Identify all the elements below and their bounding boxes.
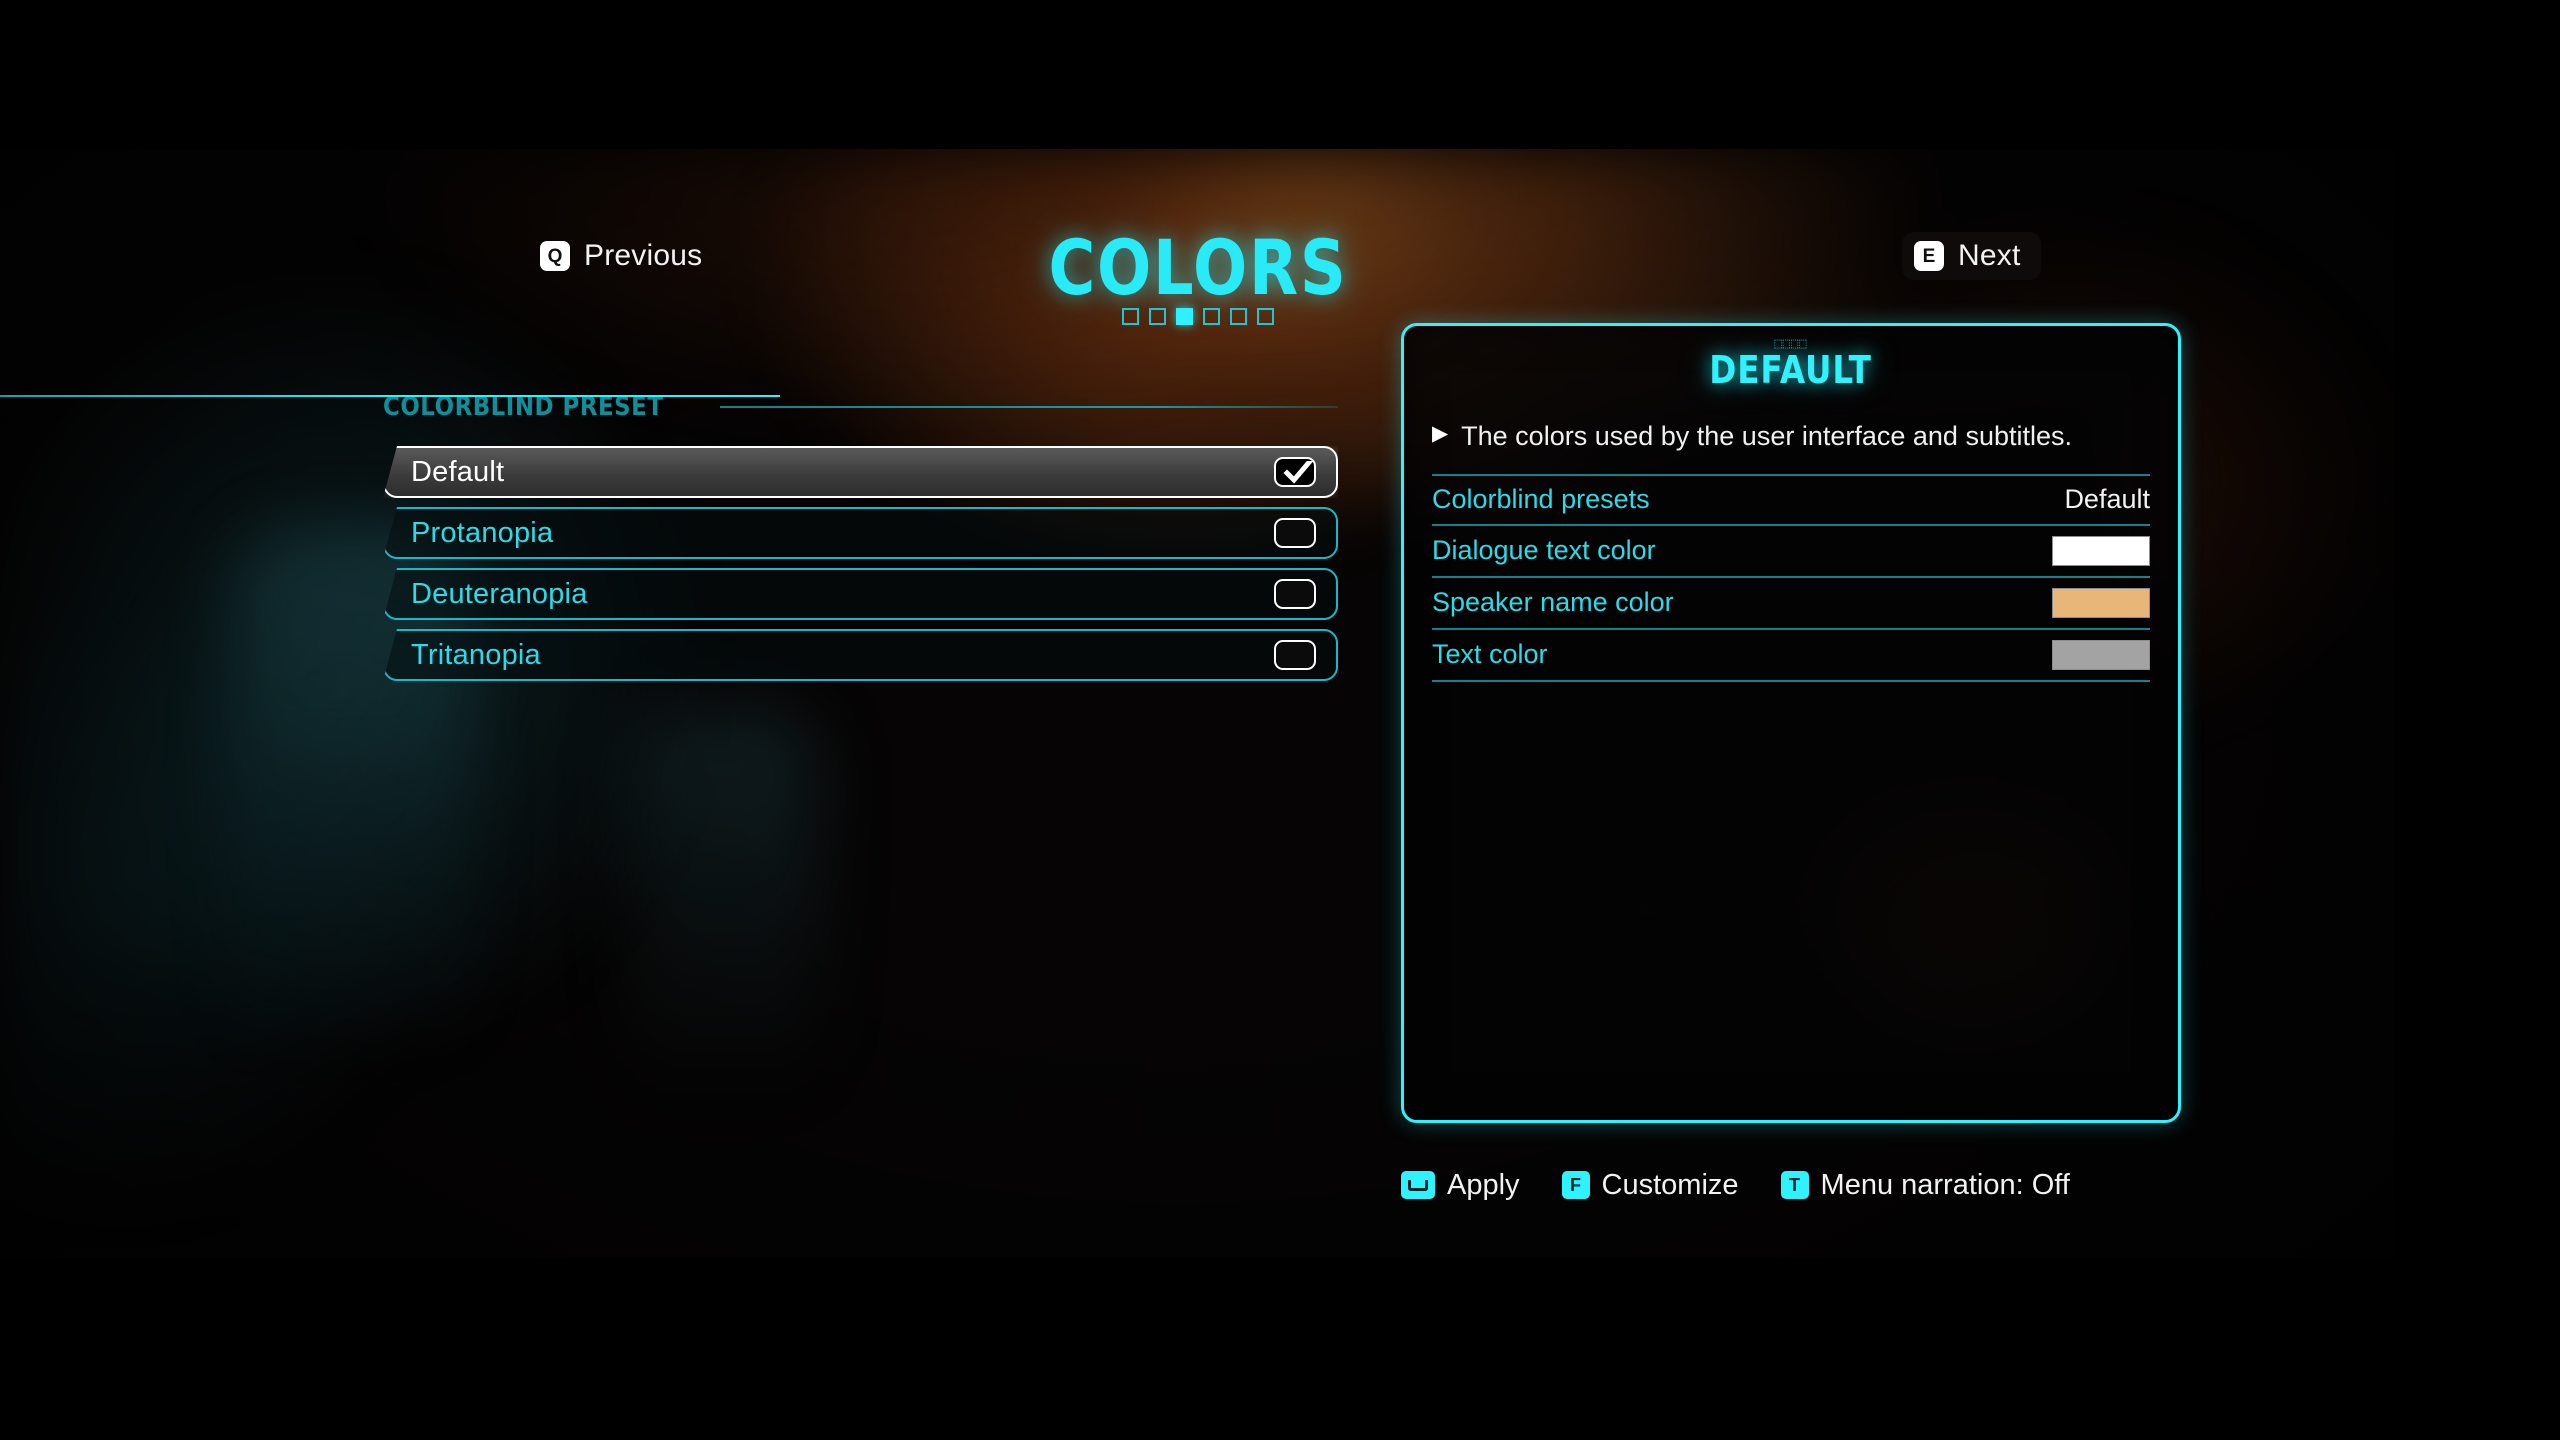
preset-option-tritanopia[interactable]: Tritanopia xyxy=(383,629,1338,681)
detail-panel-title: DEFAULT xyxy=(1709,347,1873,392)
check-icon xyxy=(1283,461,1313,484)
action-label: Customize xyxy=(1601,1168,1739,1201)
page-title: COLORS xyxy=(1047,223,1348,312)
page-title-block: COLORS xyxy=(0,223,2395,326)
action-menu-narration[interactable]: T Menu narration: Off xyxy=(1780,1168,2070,1202)
game-settings-screen: Q Previous E Next COLORS COLORBLIND PRES… xyxy=(0,0,2560,1440)
preset-option-label: Tritanopia xyxy=(411,638,541,671)
preset-option-default[interactable]: Default xyxy=(383,446,1338,498)
checkbox-icon[interactable] xyxy=(1274,640,1316,670)
preset-option-label: Protanopia xyxy=(411,516,554,549)
preset-option-deuteranopia[interactable]: Deuteranopia xyxy=(383,568,1338,620)
preset-option-label: Default xyxy=(411,455,505,488)
checkbox-icon[interactable] xyxy=(1274,518,1316,548)
detail-row: Text color xyxy=(1432,630,2150,682)
panel-header-divider xyxy=(0,395,780,397)
detail-row-value: Default xyxy=(2064,484,2150,515)
detail-row-label: Text color xyxy=(1432,639,1548,670)
detail-row: Dialogue text color xyxy=(1432,526,2150,578)
detail-panel-body: ▶ The colors used by the user interface … xyxy=(1404,398,2178,682)
detail-row-list: Colorblind presets Default Dialogue text c… xyxy=(1432,473,2150,682)
colorblind-preset-section: COLORBLIND PRESET Default Protanopia Deute… xyxy=(383,392,1338,690)
detail-row: Speaker name color xyxy=(1432,578,2150,630)
section-divider xyxy=(719,406,1338,408)
detail-row: Colorblind presets Default xyxy=(1432,473,2150,526)
checkbox-icon[interactable] xyxy=(1274,579,1316,609)
preset-option-label: Deuteranopia xyxy=(411,577,588,610)
letterbox-bottom xyxy=(0,1258,2560,1440)
letterbox-top xyxy=(0,0,2560,149)
action-label: Menu narration: Off xyxy=(1820,1168,2070,1201)
color-swatch xyxy=(2052,639,2150,670)
key-space-icon xyxy=(1401,1171,1435,1199)
key-f-icon: F xyxy=(1561,1171,1590,1199)
preset-option-list: Default Protanopia Deuteranopia Tritanopia xyxy=(383,446,1338,681)
letterbox-right xyxy=(2395,0,2560,1440)
spacebar-glyph xyxy=(1408,1179,1428,1191)
detail-panel-header: ⬚⬚⬚⬚ DEFAULT xyxy=(1404,326,2178,398)
action-apply[interactable]: Apply xyxy=(1401,1169,1520,1202)
detail-description-text: The colors used by the user interface an… xyxy=(1461,421,2072,451)
action-label: Apply xyxy=(1447,1168,1520,1201)
detail-row-label: Colorblind presets xyxy=(1432,484,1650,515)
color-swatch xyxy=(2052,535,2150,566)
detail-row-label: Speaker name color xyxy=(1432,587,1674,618)
preset-option-protanopia[interactable]: Protanopia xyxy=(383,507,1338,559)
detail-description: ▶ The colors used by the user interface … xyxy=(1432,420,2150,454)
triangle-bullet-icon: ▶ xyxy=(1432,422,1449,445)
bottom-action-bar: Apply F Customize T Menu narration: Off xyxy=(1401,1160,2381,1210)
color-swatch xyxy=(2052,587,2150,618)
detail-row-label: Dialogue text color xyxy=(1432,535,1656,566)
key-t-icon: T xyxy=(1780,1171,1809,1199)
action-customize[interactable]: F Customize xyxy=(1561,1168,1739,1202)
detail-panel: ⬚⬚⬚⬚ DEFAULT ▶ The colors used by the us… xyxy=(1401,323,2181,1123)
checkbox-checked-icon[interactable] xyxy=(1274,457,1316,487)
